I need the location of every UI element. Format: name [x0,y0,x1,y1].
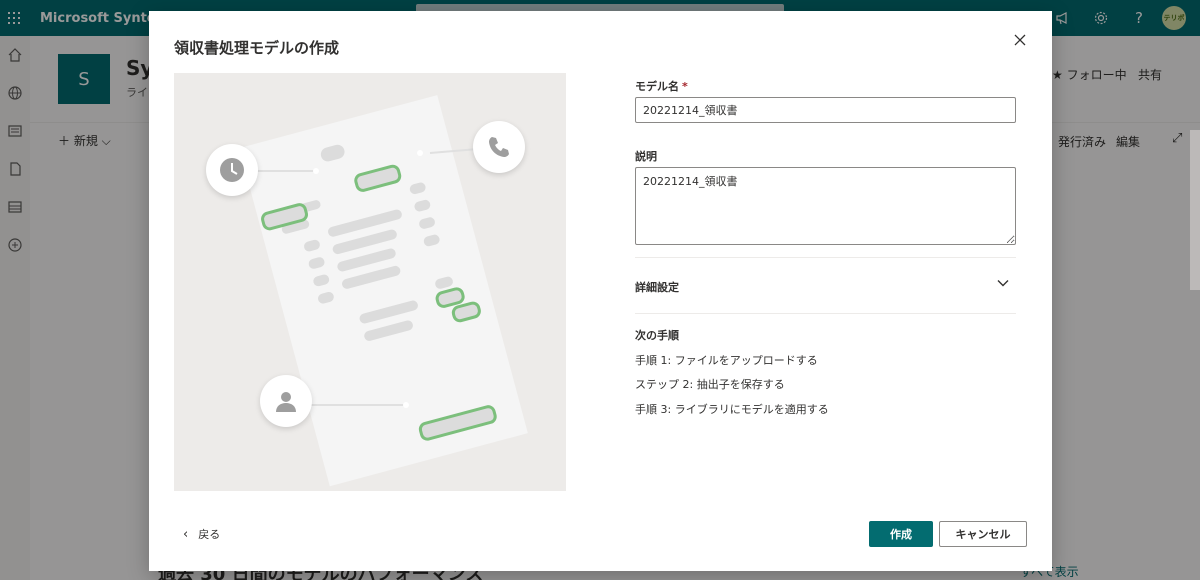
chevron-down-icon[interactable] [995,275,1011,291]
advanced-settings-label[interactable]: 詳細設定 [635,279,679,295]
required-mark: * [682,80,688,93]
step-2: ステップ 2: 抽出子を保存する [635,378,785,391]
receipt-illustration [174,73,566,491]
divider [635,313,1016,314]
description-field[interactable]: 20221214_領収書 [635,167,1016,245]
description-label: 説明 [635,150,657,163]
model-name-label: モデル名 * [635,80,688,93]
next-steps-title: 次の手順 [635,329,679,342]
cancel-button[interactable]: キャンセル [939,521,1027,547]
create-button[interactable]: 作成 [869,521,933,547]
back-button[interactable]: ‹ 戻る [183,526,220,542]
close-icon[interactable] [1011,31,1029,49]
back-label: 戻る [198,528,221,541]
chevron-left-icon: ‹ [183,526,189,542]
dialog-title: 領収書処理モデルの作成 [174,39,340,57]
divider [635,257,1016,258]
model-name-input[interactable] [635,97,1016,123]
create-model-dialog: 領収書処理モデルの作成 モデル名 * 20221214_領収書 説明 20221… [149,11,1052,571]
phone-icon [473,121,525,173]
step-1: 手順 1: ファイルをアップロードする [635,354,818,367]
step-3: 手順 3: ライブラリにモデルを適用する [635,403,829,416]
person-icon [260,375,312,427]
scrollbar[interactable] [1190,130,1200,290]
clock-icon [206,144,258,196]
